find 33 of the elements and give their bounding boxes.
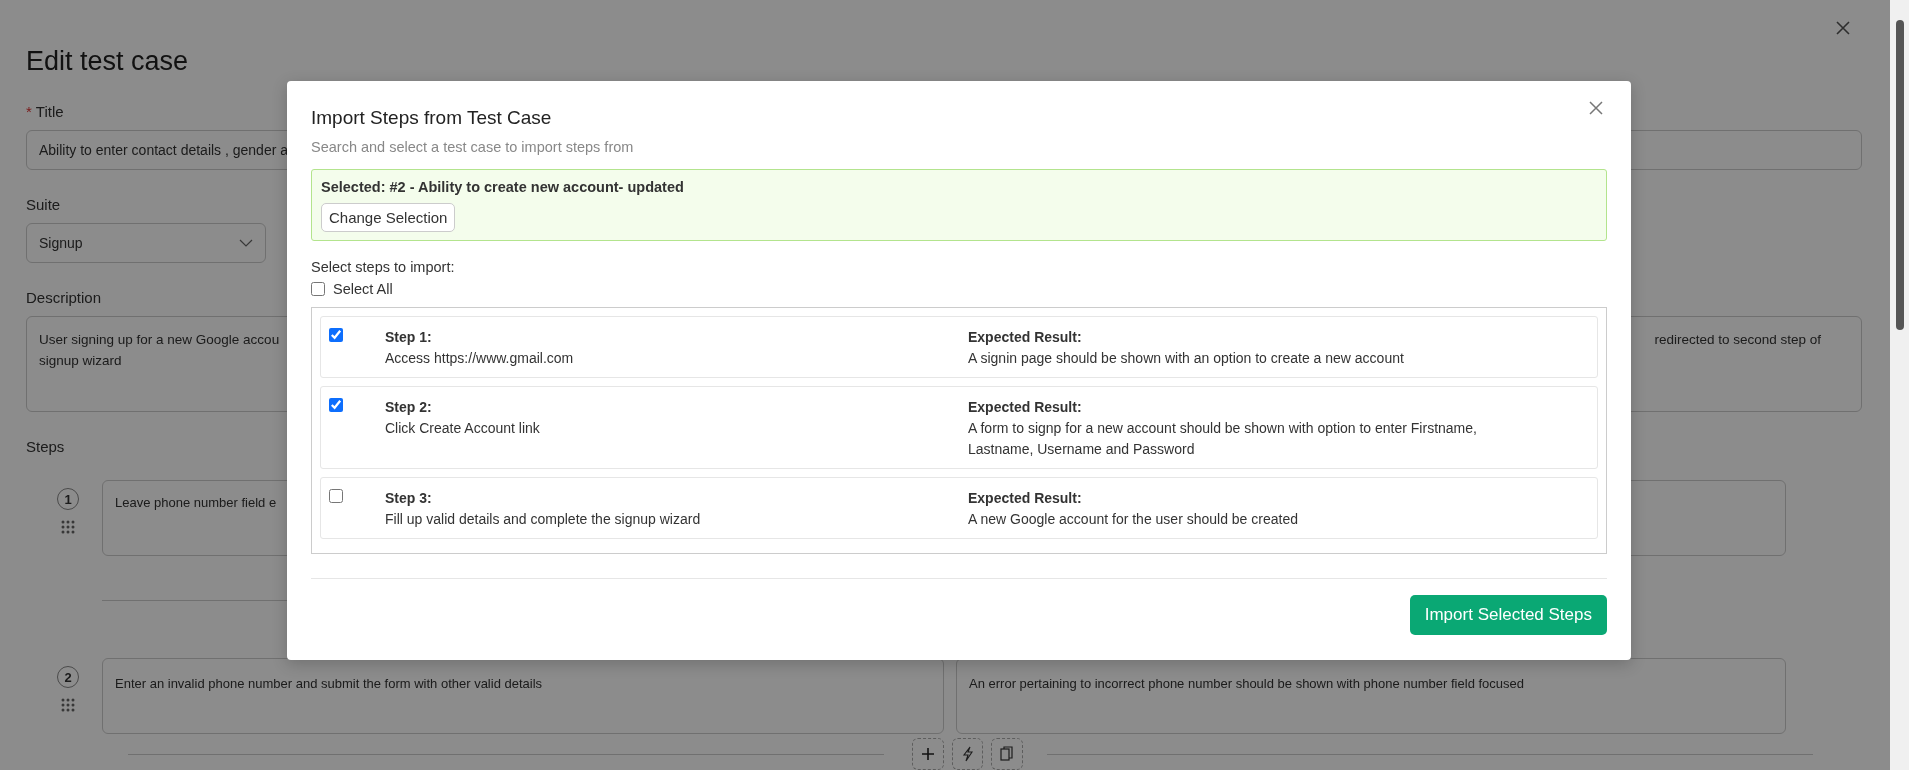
dialog-title: Import Steps from Test Case bbox=[311, 107, 552, 129]
step-label: Step 1: bbox=[385, 328, 433, 347]
step-number: 2 bbox=[57, 666, 79, 688]
expected-label: Expected Result: bbox=[968, 398, 1083, 417]
page-title: Edit test case bbox=[26, 46, 189, 77]
suite-select[interactable]: Signup bbox=[26, 223, 266, 263]
expected-text: A signin page should be shown with an option to create a new account bbox=[968, 349, 1405, 368]
expected-label: Expected Result: bbox=[968, 489, 1083, 508]
instruction-text: Select steps to import: bbox=[311, 259, 456, 275]
description-text: redirected to second step of bbox=[1654, 331, 1821, 349]
expected-label: Expected Result: bbox=[968, 328, 1083, 347]
checkbox-label: Select All bbox=[333, 281, 393, 297]
expected-text: A form to signp for a new account should be shown with option to enter Firstname, Lastname, Username and Password bbox=[968, 419, 1478, 459]
field-label: Description bbox=[26, 289, 102, 306]
field-label: Title bbox=[35, 103, 64, 120]
step-text: Access https://www.gmail.com bbox=[385, 349, 575, 368]
field-label: Suite bbox=[26, 196, 61, 213]
dialog-subtitle: Search and select a test case to import steps from bbox=[311, 139, 635, 155]
selected-case-text: Selected: #2 - Ability to create new account- updated bbox=[321, 179, 684, 195]
expected-text: A new Google account for the user should be created bbox=[968, 510, 1299, 529]
step-text: Fill up valid details and complete the signup wizard bbox=[385, 510, 702, 529]
section-label: Steps bbox=[26, 438, 65, 455]
step-number: 1 bbox=[57, 488, 79, 510]
required-mark: * bbox=[26, 103, 32, 120]
step-card[interactable]: Step 1: Access https://www.gmail.com Expected Result: A signin page should be shown with an option to create a new account bbox=[320, 316, 1598, 378]
description-text: User signing up for a new Google accou bbox=[39, 331, 280, 349]
change-selection-button[interactable]: Change Selection bbox=[321, 203, 456, 232]
step-label: Step 3: bbox=[385, 489, 433, 508]
step-text: Click Create Account link bbox=[385, 419, 541, 438]
description-text: signup wizard bbox=[39, 352, 123, 370]
step-label: Step 2: bbox=[385, 398, 433, 417]
step-card[interactable]: Step 2: Click Create Account link Expected Result: A form to signp for a new account should be shown with option to enter Firstname, Lastname, Username and Password bbox=[320, 386, 1598, 469]
step-card[interactable]: Step 3: Fill up valid details and complete the signup wizard Expected Result: A new Google account for the user should be created bbox=[320, 477, 1598, 539]
